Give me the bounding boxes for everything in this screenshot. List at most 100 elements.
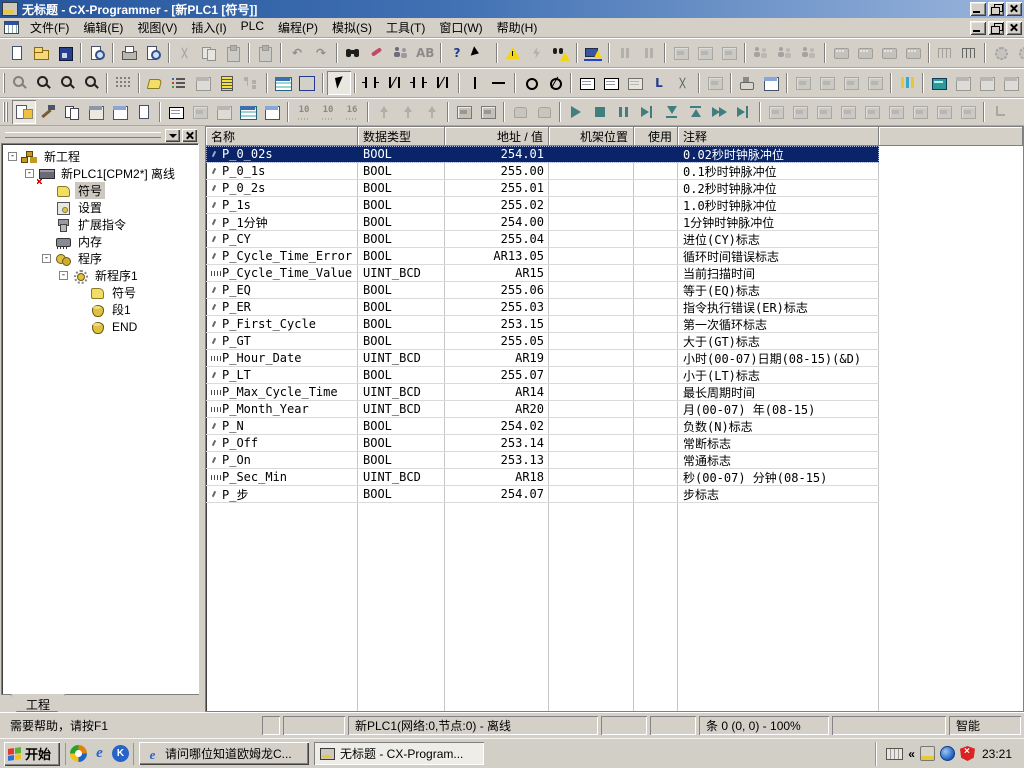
address-reference-tool-button[interactable] xyxy=(108,100,132,124)
view-symbol-table-button[interactable] xyxy=(271,71,295,95)
print-button[interactable] xyxy=(117,41,141,65)
monitor-hex-button[interactable]: 16 xyxy=(340,100,364,124)
menu-item-窗口W[interactable]: 窗口(W) xyxy=(432,17,489,38)
tray-network-icon[interactable] xyxy=(940,746,955,761)
dialog-view-button[interactable] xyxy=(191,71,215,95)
menu-item-视图V[interactable]: 视图(V) xyxy=(130,17,184,38)
menu-item-编辑E[interactable]: 编辑(E) xyxy=(76,17,130,38)
new-vertical-line-button[interactable] xyxy=(463,71,487,95)
compile-program-button[interactable] xyxy=(501,41,525,65)
window-properties-button[interactable] xyxy=(132,100,156,124)
scan-run-button[interactable] xyxy=(732,100,756,124)
plc-settings-button[interactable] xyxy=(989,41,1013,65)
tab-project[interactable]: 工程 xyxy=(11,694,65,712)
resume-monitoring-hand-button[interactable] xyxy=(532,100,556,124)
online-edit-button[interactable] xyxy=(749,41,773,65)
redo-button[interactable]: ↷ xyxy=(309,41,333,65)
rung-wrap-button[interactable] xyxy=(215,71,239,95)
insert-corner-button[interactable] xyxy=(988,100,1012,124)
zoom-tool-button[interactable] xyxy=(7,71,31,95)
trace-1-button[interactable] xyxy=(764,100,788,124)
force-reset-button[interactable] xyxy=(815,71,839,95)
toggle-output-window-button[interactable] xyxy=(36,100,60,124)
menu-item-插入I[interactable]: 插入(I) xyxy=(184,17,233,38)
start-button[interactable]: 开始 xyxy=(4,742,60,766)
symbol-row-P_0_2s[interactable]: P_0_2sBOOL255.010.2秒时钟脉冲位 xyxy=(206,180,879,197)
column-header-注释[interactable]: 注释 xyxy=(678,127,879,146)
pause-b-button[interactable] xyxy=(637,41,661,65)
plc-memory-button[interactable] xyxy=(927,71,951,95)
toggle-project-workspace-button[interactable] xyxy=(12,100,36,124)
mdi-restore-button[interactable] xyxy=(988,21,1004,35)
new-coil-button[interactable] xyxy=(519,71,543,95)
symbol-row-P_CY[interactable]: P_CYBOOL255.04进位(CY)标志 xyxy=(206,231,879,248)
symbol-row-P_步[interactable]: P_步BOOL254.07步标志 xyxy=(206,486,879,503)
new-or-closed-contact-button[interactable] xyxy=(431,71,455,95)
continuous-step-run-button[interactable] xyxy=(708,100,732,124)
new-contact-button[interactable] xyxy=(359,71,383,95)
io-comment-view-button[interactable] xyxy=(212,100,236,124)
force-set-button[interactable] xyxy=(791,71,815,95)
cross-reference-popup-button[interactable] xyxy=(84,100,108,124)
workspace-menu-button[interactable] xyxy=(165,129,180,142)
symbol-row-P_N[interactable]: P_NBOOL254.02负数(N)标志 xyxy=(206,418,879,435)
mdi-child-icon[interactable] xyxy=(4,21,19,34)
workspace-close-button[interactable] xyxy=(182,129,197,142)
symbol-row-P_Off[interactable]: P_OffBOOL253.14常断标志 xyxy=(206,435,879,452)
column-header-数据类型[interactable]: 数据类型 xyxy=(358,127,445,146)
monitor-mode-button[interactable] xyxy=(877,41,901,65)
view-mnemonics-button[interactable] xyxy=(295,71,319,95)
trace-7-button[interactable] xyxy=(908,100,932,124)
column-header-使用[interactable]: 使用 xyxy=(634,127,678,146)
step-into-button[interactable] xyxy=(660,100,684,124)
symbol-row-P_Month_Year[interactable]: P_Month_YearUINT_BCDAR20月(00-07) 年(08-15… xyxy=(206,401,879,418)
step-run-button[interactable] xyxy=(636,100,660,124)
mdi-close-button[interactable] xyxy=(1006,21,1022,35)
toggle-grid-button[interactable] xyxy=(111,71,135,95)
save-button[interactable] xyxy=(53,41,77,65)
symbol-row-P_1s[interactable]: P_1sBOOL255.021.0秒时钟脉冲位 xyxy=(206,197,879,214)
edit-rung-comment-button[interactable] xyxy=(703,71,727,95)
local-symbol-table-button[interactable] xyxy=(188,100,212,124)
new-closed-coil-button[interactable] xyxy=(543,71,567,95)
trace-6-button[interactable] xyxy=(884,100,908,124)
new-or-contact-button[interactable] xyxy=(407,71,431,95)
transfer-window-b-button[interactable] xyxy=(476,100,500,124)
tree-item-memory[interactable]: 内存 xyxy=(2,233,198,250)
new-closed-contact-button[interactable] xyxy=(383,71,407,95)
set-bit-button[interactable] xyxy=(372,100,396,124)
memory-window-a-button[interactable] xyxy=(951,71,975,95)
column-header-地址 / 值[interactable]: 地址 / 值 xyxy=(445,127,549,146)
paste-attributes-button[interactable] xyxy=(253,41,277,65)
symbol-row-P_EQ[interactable]: P_EQBOOL255.06等于(EQ)标志 xyxy=(206,282,879,299)
restore-button[interactable] xyxy=(988,2,1004,16)
differential-monitor-button[interactable] xyxy=(895,71,919,95)
new-instruction-button[interactable] xyxy=(575,71,599,95)
reset-bit-button[interactable] xyxy=(396,100,420,124)
tree-item-new-program1[interactable]: -新程序1 xyxy=(2,267,198,284)
monitor-in-tree-button[interactable] xyxy=(239,71,263,95)
compare-with-plc-button[interactable] xyxy=(717,41,741,65)
zoom-to-selection-button[interactable] xyxy=(31,71,55,95)
data-display-button[interactable] xyxy=(260,100,284,124)
memory-view-button[interactable] xyxy=(236,100,260,124)
debug-mode-button[interactable] xyxy=(853,41,877,65)
new-horizontal-line-button[interactable] xyxy=(487,71,511,95)
trace-9-button[interactable] xyxy=(956,100,980,124)
workspace-grip[interactable] xyxy=(5,132,161,138)
print-preview-button[interactable] xyxy=(141,41,165,65)
pause-simulator-button[interactable] xyxy=(612,100,636,124)
zoom-out-button[interactable] xyxy=(79,71,103,95)
memory-window-b-button[interactable] xyxy=(975,71,999,95)
transfer-window-a-button[interactable] xyxy=(452,100,476,124)
toolbar-grip[interactable] xyxy=(3,102,10,122)
expander-minus-icon[interactable]: - xyxy=(59,271,68,280)
delete-rung-button[interactable] xyxy=(671,71,695,95)
trace-5-button[interactable] xyxy=(860,100,884,124)
show-rung-comments-button[interactable] xyxy=(167,71,191,95)
expander-minus-icon[interactable]: - xyxy=(42,254,51,263)
undo-button[interactable]: ↶ xyxy=(285,41,309,65)
tree-item-end[interactable]: END xyxy=(2,318,198,335)
column-header-名称[interactable]: 名称 xyxy=(206,127,358,146)
show-symbol-comments-button[interactable] xyxy=(143,71,167,95)
